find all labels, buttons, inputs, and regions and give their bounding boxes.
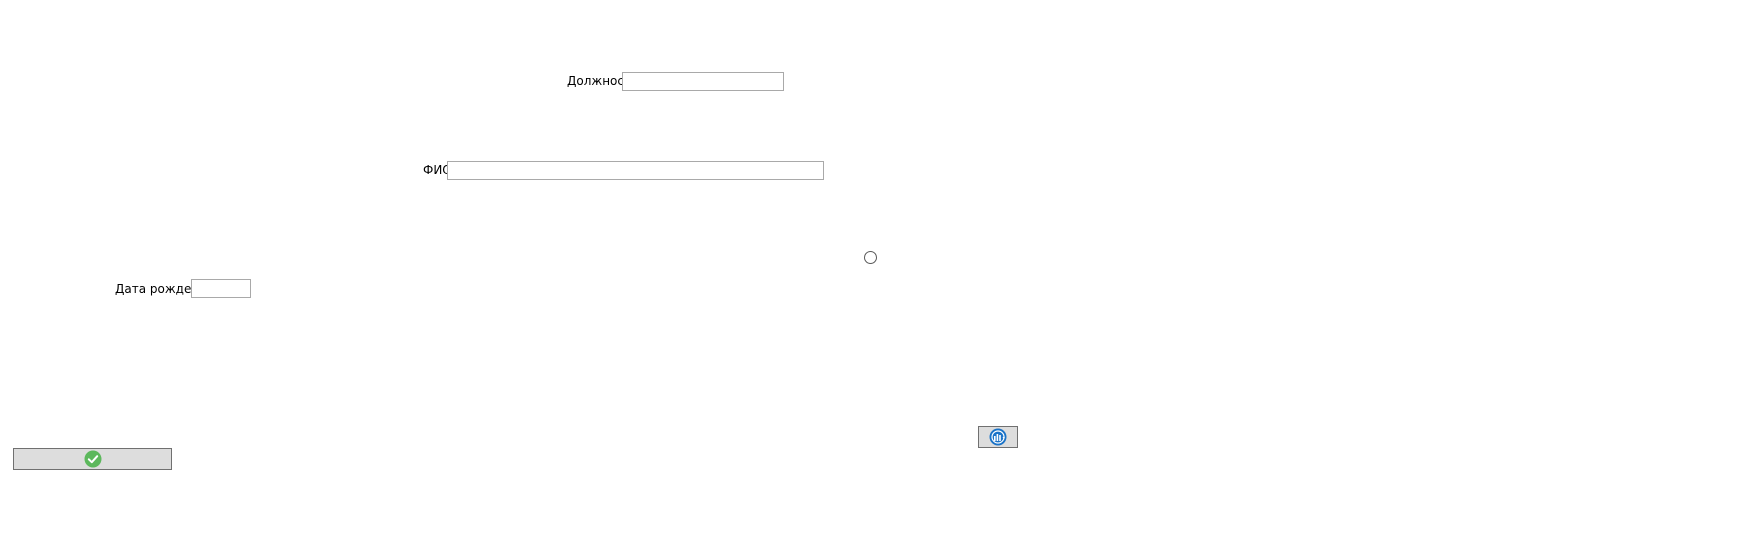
refresh-chart-icon — [989, 428, 1007, 446]
radio-button[interactable] — [864, 251, 877, 264]
fio-input[interactable] — [447, 161, 824, 180]
birthdate-input[interactable] — [191, 279, 251, 298]
position-input[interactable] — [622, 72, 784, 91]
confirm-button[interactable] — [13, 448, 172, 470]
refresh-button[interactable] — [978, 426, 1018, 448]
check-circle-icon — [84, 450, 102, 468]
